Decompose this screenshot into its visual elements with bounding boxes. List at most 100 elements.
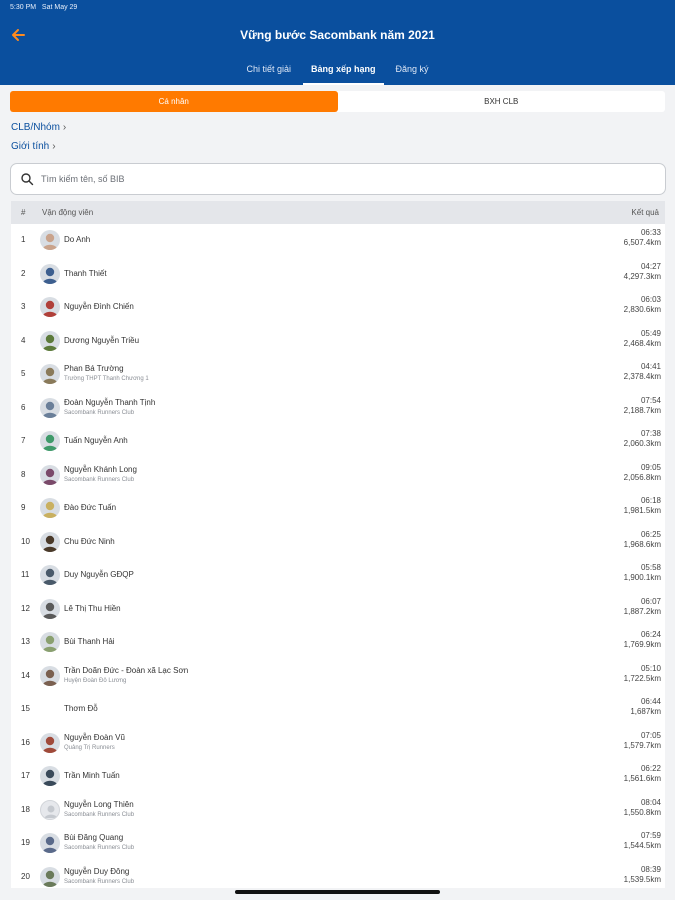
tab-leaderboard[interactable]: Bảng xếp hạng bbox=[302, 58, 384, 85]
avatar bbox=[40, 766, 60, 786]
row-rank: 16 bbox=[21, 737, 30, 747]
segment-club-ranking[interactable]: BXH CLB bbox=[338, 91, 666, 112]
athlete-name: Nguyễn Đình Chiến bbox=[64, 302, 134, 311]
table-row[interactable]: 18 Nguyễn Long Thiên Sacombank Runners Clu… bbox=[11, 794, 665, 828]
result-pace: 07:59 bbox=[640, 831, 661, 840]
search-box bbox=[10, 163, 666, 195]
filter-club-group-label: CLB/Nhóm bbox=[11, 122, 60, 133]
result-distance: 2,188.7km bbox=[623, 405, 661, 415]
athlete-name: Duy Nguyễn GĐQP bbox=[64, 570, 134, 579]
athlete-result: 05:10 1,722.5km bbox=[624, 664, 661, 684]
athlete-name: Do Anh bbox=[64, 235, 91, 244]
table-row[interactable]: 11 Duy Nguyễn GĐQP 05:58 1,900.1km bbox=[11, 559, 665, 593]
athlete-club: Sacombank Runners Club bbox=[64, 811, 135, 818]
athlete-result: 08:39 1,539.5km bbox=[624, 865, 661, 885]
result-pace: 08:39 bbox=[640, 864, 661, 874]
athlete-result: 06:33 6,507.4km bbox=[624, 228, 661, 248]
athlete-name: Nguyễn Đoàn Vũ bbox=[64, 732, 125, 742]
table-row[interactable]: 10 Chu Đức Ninh 06:25 1,968.6km bbox=[11, 526, 665, 560]
result-pace: 06:33 bbox=[640, 228, 661, 237]
app-header: 5:30 PM Sat May 29 Vững bước Sacombank n… bbox=[0, 0, 675, 85]
table-row[interactable]: 20 Nguyễn Duy Đông Sacombank Runners Club 0… bbox=[11, 861, 665, 889]
athlete-result: 06:44 1,687km bbox=[630, 697, 661, 717]
avatar bbox=[40, 498, 60, 518]
row-rank: 9 bbox=[21, 503, 26, 512]
status-time: 5:30 PM bbox=[10, 4, 37, 11]
table-row[interactable]: 5 Phan Bá Trường Trường THPT Thanh Chương … bbox=[11, 358, 665, 392]
segment-individual[interactable]: Cá nhân bbox=[10, 91, 338, 112]
table-row[interactable]: 16 Nguyễn Đoàn Vũ Quảng Trị Runners 07:05 1,… bbox=[11, 727, 665, 761]
athlete-result: 09:05 2,056.8km bbox=[624, 463, 661, 483]
row-rank: 7 bbox=[21, 436, 26, 445]
athlete-name: Bùi Thanh Hải bbox=[64, 637, 115, 646]
home-indicator bbox=[235, 890, 440, 894]
table-row[interactable]: 14 Trần Doãn Đức - Đoàn xã Lạc Sơn Huyện Đ… bbox=[11, 660, 665, 694]
athlete-name: Phan Bá Trường bbox=[64, 364, 124, 373]
table-row[interactable]: 6 Đoàn Nguyễn Thanh Tịnh Sacombank Runners… bbox=[11, 392, 665, 426]
table-row[interactable]: 13 Bùi Thanh Hải 06:24 1,769.9km bbox=[11, 626, 665, 660]
table-row[interactable]: 19 Bùi Đăng Quang Sacombank Runners Club 07… bbox=[11, 827, 665, 861]
result-pace: 05:58 bbox=[640, 563, 661, 572]
result-distance: 1,579.7km bbox=[623, 740, 661, 750]
table-row[interactable]: 2 Thanh Thiết 04:27 4,297.3km bbox=[11, 258, 665, 292]
result-distance: 1,550.8km bbox=[623, 807, 661, 817]
avatar bbox=[40, 833, 60, 853]
avatar bbox=[40, 565, 60, 585]
result-pace: 06:07 bbox=[640, 596, 661, 606]
athlete-club: Sacombank Runners Club bbox=[64, 476, 135, 483]
result-distance: 4,297.3km bbox=[623, 271, 661, 281]
athlete-club: Huyện Đoàn Đô Lương bbox=[64, 677, 127, 684]
result-pace: 06:03 bbox=[640, 295, 661, 304]
row-rank: 11 bbox=[21, 570, 30, 579]
table-row[interactable]: 4 Dương Nguyễn Triều 05:49 2,468.4km bbox=[11, 325, 665, 359]
result-pace: 06:18 bbox=[640, 496, 661, 505]
search-input[interactable] bbox=[41, 170, 641, 188]
athlete-photo bbox=[40, 866, 60, 887]
athlete-name: Chu Đức Ninh bbox=[64, 536, 115, 546]
tab-register[interactable]: Đăng ký bbox=[388, 58, 437, 85]
column-result: Kết quả bbox=[631, 208, 659, 217]
athlete-name: Đoàn Nguyễn Thanh Tịnh bbox=[64, 397, 156, 407]
table-row[interactable]: 1 Do Anh 06:33 6,507.4km bbox=[11, 224, 665, 258]
avatar bbox=[40, 330, 60, 351]
status-bar: 5:30 PM Sat May 29 bbox=[10, 4, 77, 11]
avatar bbox=[40, 297, 60, 317]
athlete-name: Bùi Đăng Quang bbox=[64, 833, 124, 842]
table-row[interactable]: 9 Đào Đức Tuấn 06:18 1,981.5km bbox=[11, 492, 665, 526]
result-distance: 1,539.5km bbox=[623, 874, 661, 884]
result-pace: 09:05 bbox=[640, 462, 661, 472]
row-rank: 3 bbox=[21, 302, 26, 311]
avatar bbox=[40, 632, 60, 652]
row-rank: 12 bbox=[21, 603, 30, 613]
result-distance: 1,722.5km bbox=[623, 673, 661, 683]
table-row[interactable]: 17 Trần Minh Tuấn 06:22 1,561.6km bbox=[11, 760, 665, 794]
result-pace: 08:04 bbox=[640, 797, 661, 807]
athlete-photo bbox=[40, 230, 60, 250]
athlete-club: Sacombank Runners Club bbox=[64, 845, 135, 851]
leaderboard-list: 1 Do Anh 06:33 6,507.4km 2 Thanh Thiết 04:27 4,… bbox=[11, 224, 665, 888]
athlete-result: 06:03 2,830.6km bbox=[624, 295, 661, 315]
athlete-photo bbox=[40, 598, 60, 619]
row-rank: 19 bbox=[21, 838, 30, 847]
athlete-result: 07:54 2,188.7km bbox=[624, 396, 661, 416]
table-row[interactable]: 7 Tuấn Nguyễn Anh 07:38 2,060.3km bbox=[11, 425, 665, 459]
athlete-name: Trần Doãn Đức - Đoàn xã Lạc Sơn bbox=[64, 665, 189, 675]
row-rank: 17 bbox=[21, 771, 30, 780]
athlete-result: 07:05 1,579.7km bbox=[624, 731, 661, 751]
athlete-result: 06:25 1,968.6km bbox=[624, 530, 661, 550]
table-row[interactable]: 8 Nguyễn Khánh Long Sacombank Runners Club… bbox=[11, 459, 665, 493]
table-row[interactable]: 12 Lê Thị Thu Hiền 06:07 1,887.2km bbox=[11, 593, 665, 627]
tab-event-details[interactable]: Chi tiết giải bbox=[238, 58, 299, 85]
athlete-club: Sacombank Runners Club bbox=[64, 409, 135, 416]
table-row[interactable]: 3 Nguyễn Đình Chiến 06:03 2,830.6km bbox=[11, 291, 665, 325]
row-rank: 1 bbox=[21, 235, 26, 244]
table-row[interactable]: 15 Thơm Đỗ 06:44 1,687km bbox=[11, 693, 665, 727]
filter-gender[interactable]: Giới tính › bbox=[11, 141, 56, 152]
column-athlete: Vận động viên bbox=[42, 208, 94, 217]
athlete-result: 06:07 1,887.2km bbox=[624, 597, 661, 617]
athlete-name: Đào Đức Tuấn bbox=[64, 503, 117, 512]
filter-club-group[interactable]: CLB/Nhóm › bbox=[11, 122, 66, 133]
athlete-name: Nguyễn Duy Đông bbox=[64, 866, 130, 876]
result-distance: 1,968.6km bbox=[623, 539, 661, 549]
row-rank: 18 bbox=[21, 804, 30, 814]
